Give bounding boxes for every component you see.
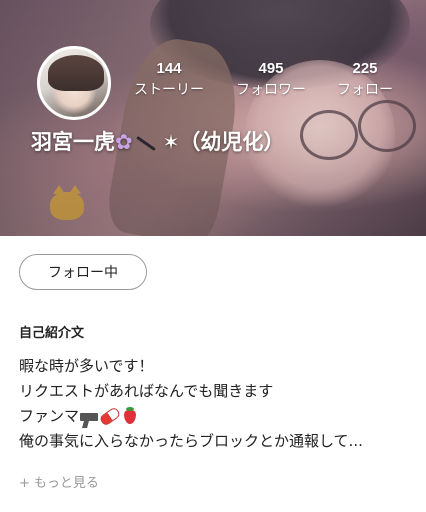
stat-followers[interactable]: 495 フォロワー	[224, 60, 318, 100]
stat-count: 225	[352, 60, 378, 77]
bio-title: 自己紹介文	[19, 326, 85, 341]
star-icon: ✶	[162, 130, 180, 154]
stat-label: フォロワー	[236, 82, 306, 98]
show-more-label: もっと見る	[33, 476, 99, 491]
pill-icon	[98, 406, 122, 427]
profile-name-text: 羽宮一虎	[31, 130, 115, 154]
bio-line: 俺の事気に入らなかったらブロックとか通報して...	[19, 432, 363, 450]
flower-icon: ✿	[115, 130, 133, 154]
plus-icon: +	[19, 476, 30, 491]
stat-label: フォロー	[337, 82, 393, 98]
stat-stories[interactable]: 144 ストーリー	[123, 60, 215, 100]
strawberry-icon	[124, 406, 137, 424]
bio-line: 暇な時が多いです！	[19, 357, 154, 375]
bio-text: 暇な時が多いです！ リクエストがあればなんでも聞きます ファンマ 俺の事気に入ら…	[19, 354, 411, 454]
profile-name: 羽宮一虎✿ ✶（幼児化）	[31, 127, 284, 157]
stat-label: ストーリー	[134, 82, 204, 98]
gun-icon	[80, 412, 99, 421]
stat-count: 495	[258, 60, 284, 77]
profile-stats: 144 ストーリー 495 フォロワー 225 フォロー	[0, 60, 426, 104]
bio-line-fanmark: ファンマ	[19, 404, 411, 429]
profile-name-suffix: （幼児化）	[179, 130, 285, 154]
stat-count: 144	[156, 60, 182, 77]
stat-following[interactable]: 225 フォロー	[328, 60, 402, 100]
following-button[interactable]: フォロー中	[19, 254, 147, 290]
bio-line: ファンマ	[19, 407, 80, 425]
pen-icon	[135, 135, 156, 151]
show-more-link[interactable]: + もっと見る	[19, 472, 99, 491]
bio-line: リクエストがあればなんでも聞きます	[19, 382, 274, 400]
